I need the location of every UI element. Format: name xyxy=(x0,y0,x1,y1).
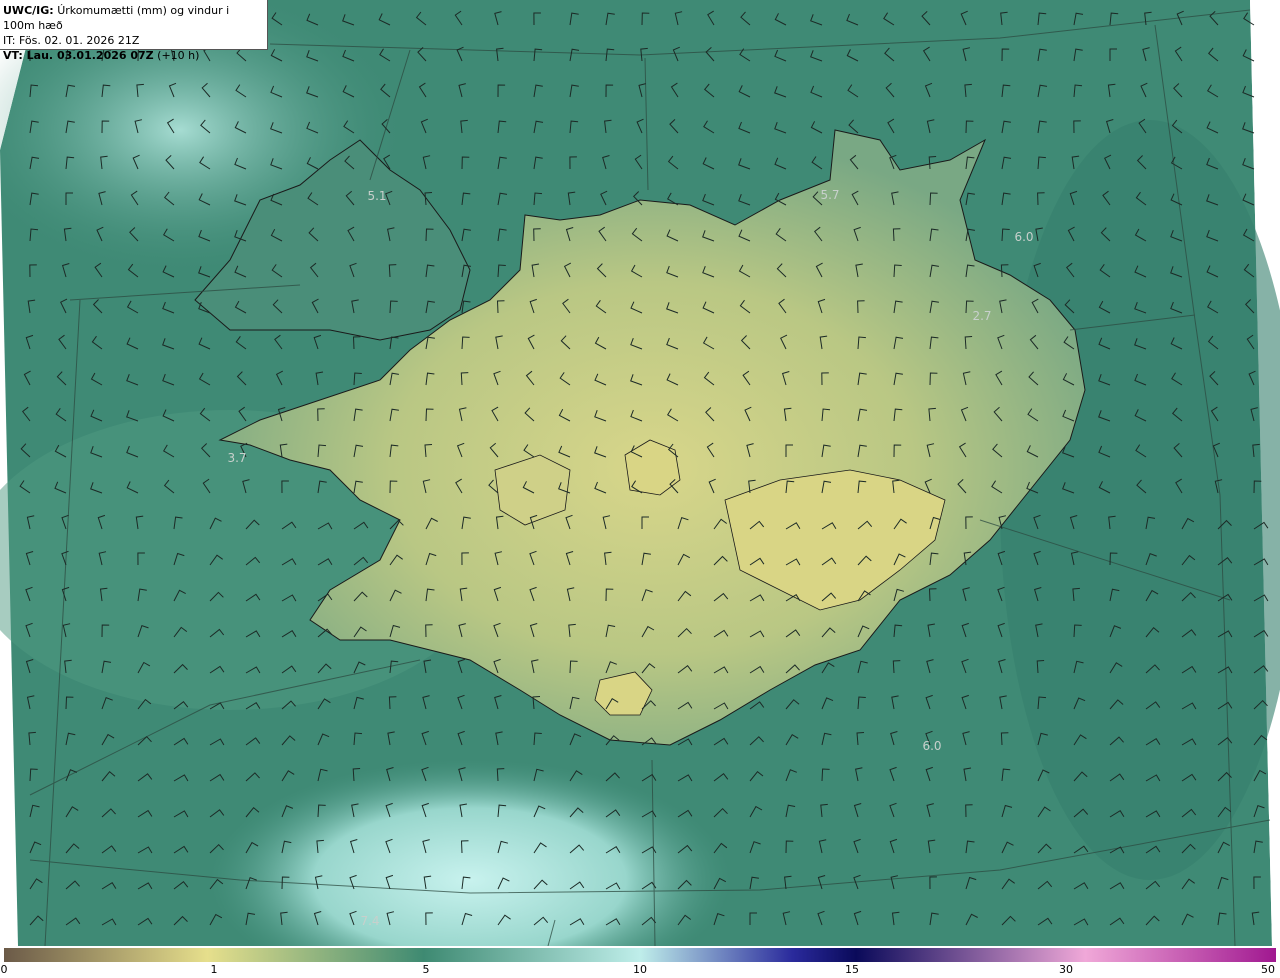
valid-time-prefix: VT: xyxy=(3,49,23,62)
colorbar-tick: 50 xyxy=(1261,963,1275,976)
map-value-label: 3.7 xyxy=(227,451,247,465)
weather-map xyxy=(0,0,1280,978)
lead-time: (+10 h) xyxy=(157,49,200,62)
colorbar-tick: 10 xyxy=(633,963,647,976)
initial-time-prefix: IT: xyxy=(3,34,16,47)
colorbar-tick: 5 xyxy=(422,963,430,976)
map-value-label: 5.7 xyxy=(820,188,840,202)
map-value-label: 7.4 xyxy=(360,914,380,928)
colorbar-tick: 1 xyxy=(210,963,218,976)
map-value-label: 6.0 xyxy=(1014,230,1034,244)
colorbar-tick: 30 xyxy=(1059,963,1073,976)
colorbar-gradient xyxy=(4,948,1276,962)
model-label: UWC/IG: xyxy=(3,4,54,17)
colorbar-tick: 0 xyxy=(0,963,8,976)
colorbar: 0 1 5 10 15 30 50 xyxy=(0,946,1280,978)
valid-time: Lau. 03.01.2026 07Z xyxy=(26,49,154,62)
colorbar-tick: 15 xyxy=(845,963,859,976)
map-value-label: 6.0 xyxy=(922,739,942,753)
map-title-box: UWC/IG: Úrkomumætti (mm) og vindur i 100… xyxy=(0,0,268,62)
map-value-label: 5.1 xyxy=(367,189,387,203)
initial-time: Fös. 02. 01. 2026 21Z xyxy=(18,34,140,47)
map-value-label: 2.7 xyxy=(972,309,992,323)
